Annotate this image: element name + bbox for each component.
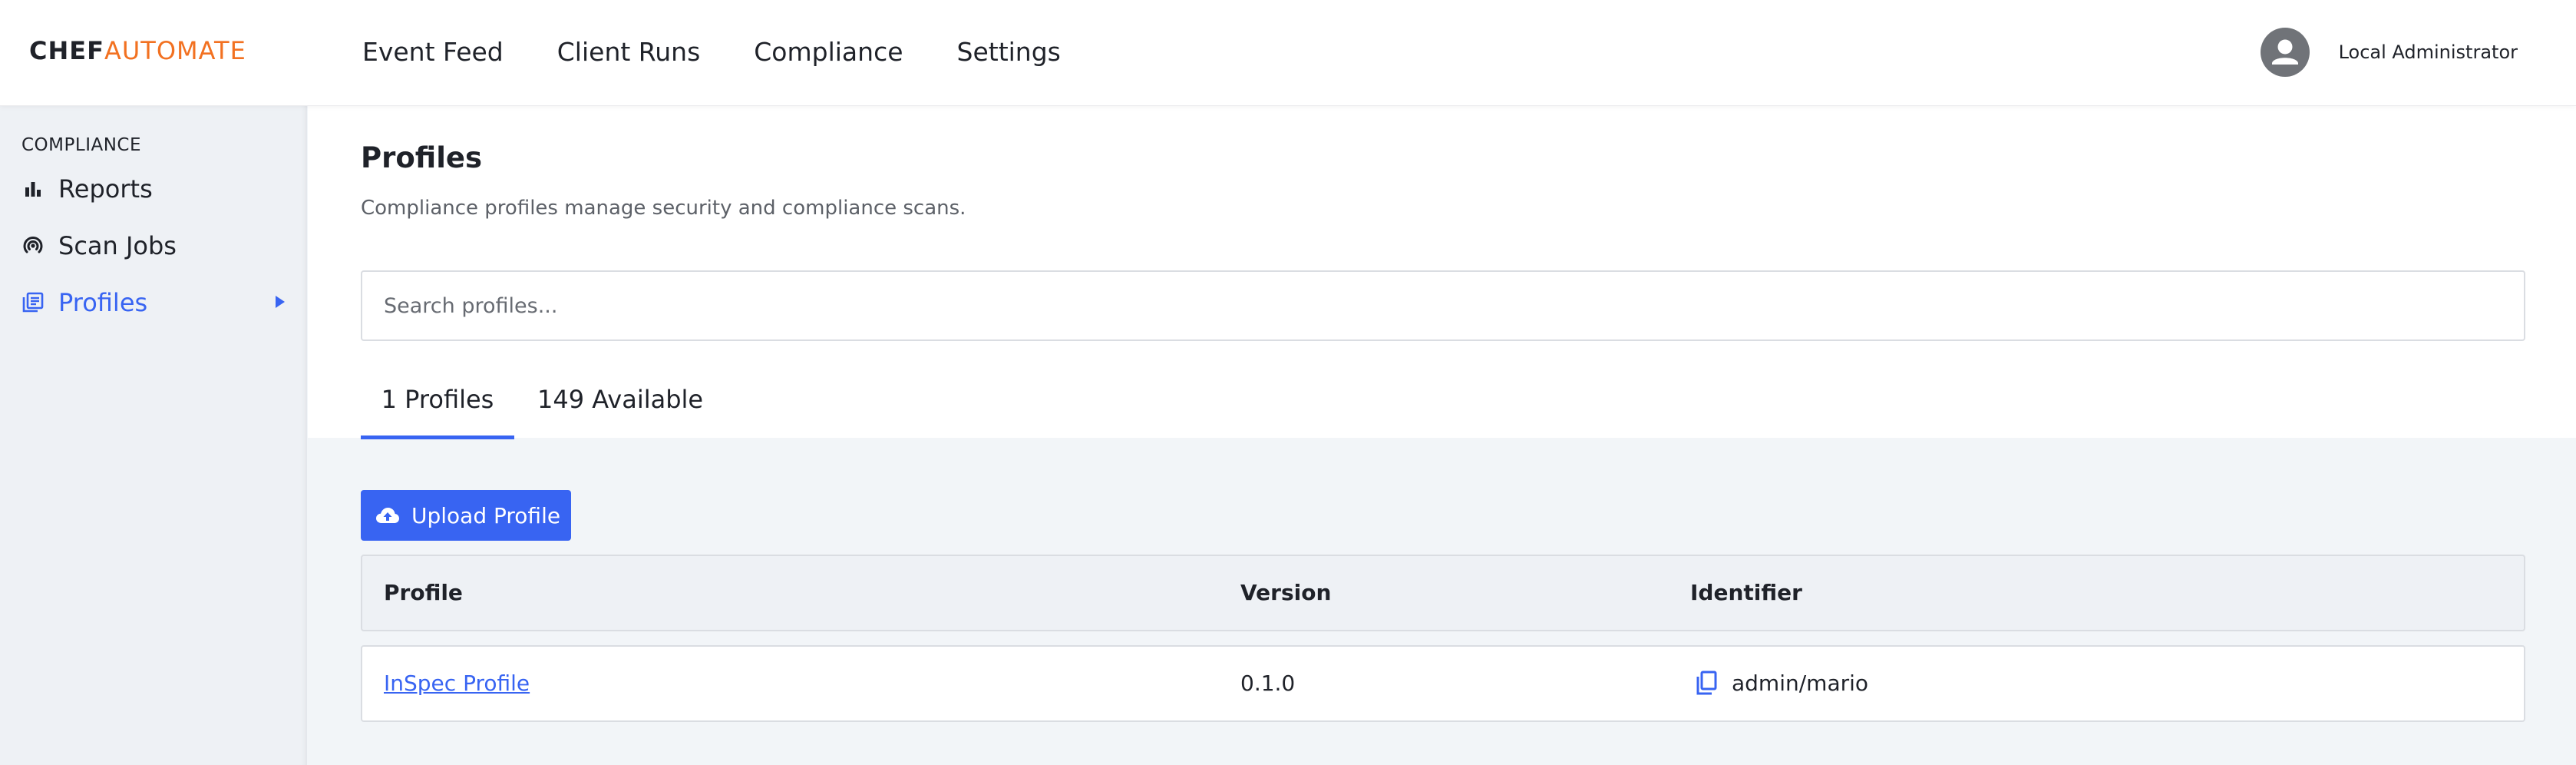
column-header-identifier[interactable]: Identifier: [1690, 556, 1802, 630]
logo-chef-text: CHEF: [29, 36, 104, 65]
sidebar-item-label: Profiles: [58, 288, 148, 317]
sidebar-item-profiles[interactable]: Profiles: [21, 281, 286, 324]
column-header-profile[interactable]: Profile: [384, 556, 463, 630]
sidebar-item-reports[interactable]: Reports: [21, 167, 286, 210]
library-books-icon: [21, 291, 45, 314]
sidebar-item-scan-jobs[interactable]: Scan Jobs: [21, 224, 286, 267]
caret-right-icon: [275, 295, 286, 312]
user-name[interactable]: Local Administrator: [2339, 41, 2518, 63]
logo-automate-text: AUTOMATE: [104, 36, 246, 65]
nav-settings[interactable]: Settings: [957, 34, 1061, 71]
copy-icon[interactable]: [1693, 670, 1721, 697]
sidebar-heading: COMPLIANCE: [21, 135, 142, 155]
tab-profiles[interactable]: 1 Profiles: [361, 376, 514, 439]
upload-profile-button[interactable]: Upload Profile: [361, 490, 571, 541]
nav-event-feed[interactable]: Event Feed: [362, 34, 504, 71]
table-row: InSpec Profile 0.1.0 admin/mario: [361, 645, 2525, 722]
user-avatar-icon[interactable]: [2260, 28, 2310, 77]
column-header-version[interactable]: Version: [1240, 556, 1331, 630]
top-header: CHEFAUTOMATE Event Feed Client Runs Comp…: [0, 0, 2576, 106]
user-menu[interactable]: Local Administrator: [2260, 28, 2518, 77]
top-navigation: Event Feed Client Runs Compliance Settin…: [362, 34, 1115, 71]
profile-version: 0.1.0: [1240, 671, 1296, 696]
profile-identifier: admin/mario: [1732, 671, 1869, 696]
sidebar-item-label: Reports: [58, 174, 153, 204]
sidebar: COMPLIANCE Reports Scan Jobs Profiles: [0, 106, 307, 765]
search-profiles-input[interactable]: [361, 270, 2525, 341]
tab-available[interactable]: 149 Available: [537, 376, 703, 439]
nav-compliance[interactable]: Compliance: [754, 34, 903, 71]
page-subtitle: Compliance profiles manage security and …: [361, 197, 966, 220]
profile-name-link[interactable]: InSpec Profile: [384, 647, 530, 720]
page-title: Profiles: [361, 141, 483, 174]
profiles-table-header: Profile Version Identifier: [361, 555, 2525, 631]
nav-client-runs[interactable]: Client Runs: [557, 34, 701, 71]
cloud-upload-icon: [375, 502, 401, 528]
chef-automate-logo[interactable]: CHEFAUTOMATE: [29, 34, 246, 68]
upload-profile-label: Upload Profile: [411, 502, 561, 528]
bar-chart-icon: [21, 177, 45, 200]
sidebar-item-label: Scan Jobs: [58, 231, 177, 260]
radar-icon: [21, 234, 45, 257]
